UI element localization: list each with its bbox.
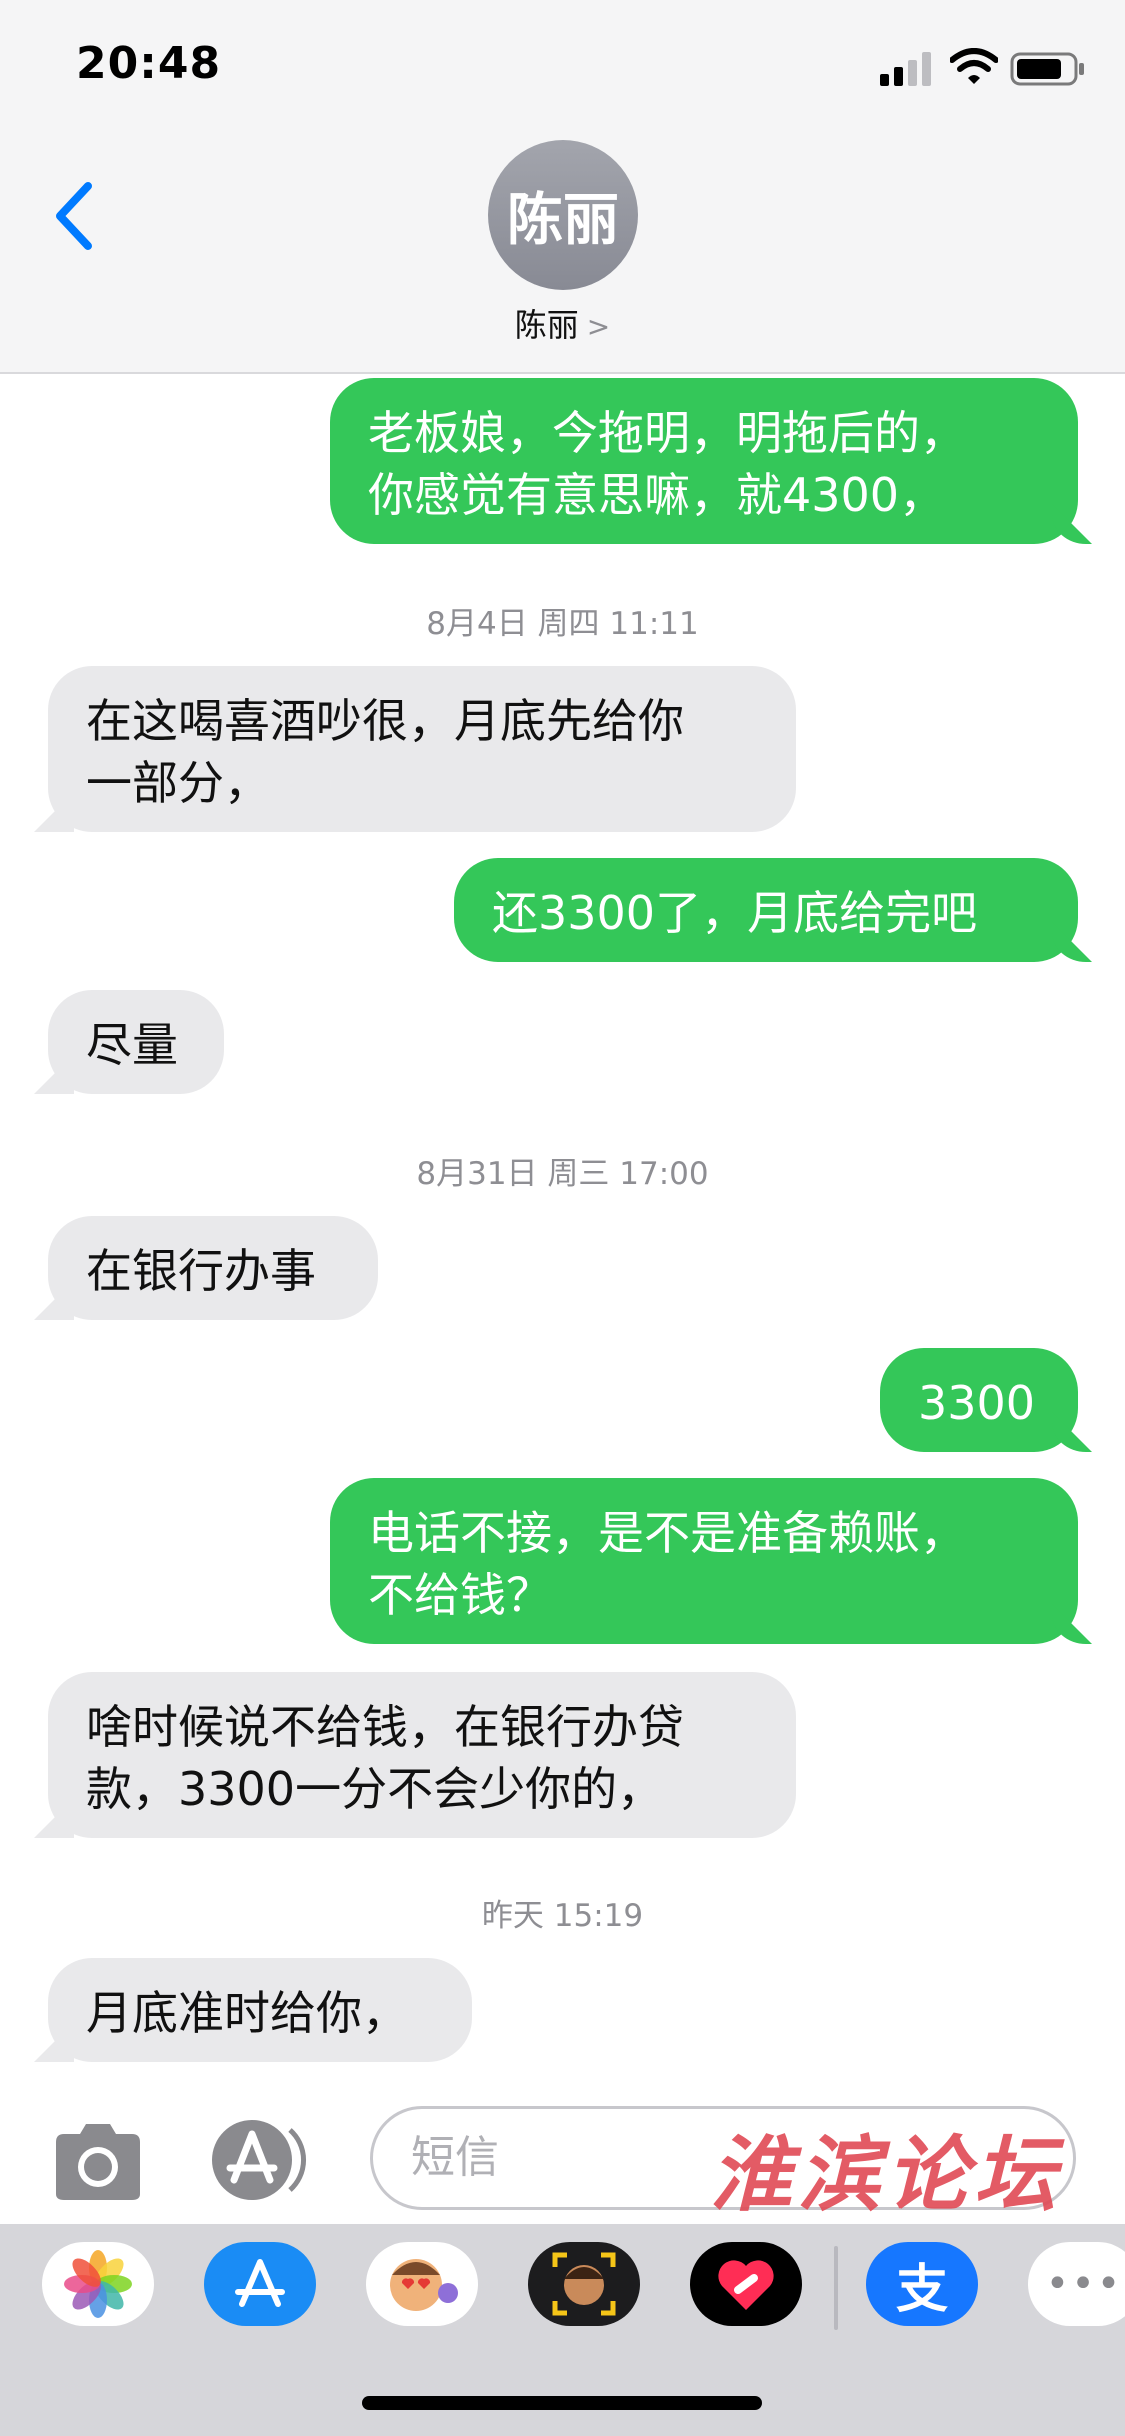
message-bubble-incoming[interactable]: 在这喝喜酒吵很，月底先给你 一部分，: [48, 666, 796, 832]
chevron-right-icon: >: [586, 310, 611, 343]
message-bubble-outgoing[interactable]: 电话不接，是不是准备赖账， 不给钱？: [330, 1478, 1078, 1644]
camera-icon[interactable]: [50, 2120, 146, 2204]
memoji-stickers-icon[interactable]: [366, 2242, 478, 2326]
message-bubble-incoming[interactable]: 在银行办事: [48, 1216, 378, 1320]
message-timestamp: 8月4日 周四 11:11: [426, 606, 699, 642]
app-store-toggle-icon[interactable]: [210, 2118, 316, 2202]
message-bubble-incoming[interactable]: 啥时候说不给钱，在银行办贷 款，3300一分不会少你的，: [48, 1672, 796, 1838]
message-bubble-outgoing[interactable]: 还3300了，月底给完吧: [454, 858, 1078, 962]
message-bubble-outgoing[interactable]: 3300: [880, 1348, 1078, 1452]
photos-icon[interactable]: [42, 2242, 154, 2326]
contact-name-label: 陈丽: [514, 306, 579, 344]
message-timestamp: 昨天 15:19: [481, 1898, 644, 1934]
more-glyph: •••: [1045, 2261, 1123, 2307]
app-store-icon[interactable]: [204, 2242, 316, 2326]
cellular-signal-icon: [880, 52, 931, 86]
more-apps-icon[interactable]: •••: [1028, 2242, 1125, 2326]
digital-touch-icon[interactable]: [690, 2242, 802, 2326]
message-timestamp: 8月31日 周三 17:00: [416, 1156, 709, 1192]
contact-name-button[interactable]: 陈丽 >: [0, 300, 1125, 346]
forum-watermark: 淮滨论坛: [710, 2127, 1062, 2223]
message-bubble-incoming[interactable]: 尽量: [48, 990, 224, 1094]
wifi-icon: [950, 48, 998, 84]
message-input-placeholder: 短信: [411, 2132, 499, 2183]
animoji-icon[interactable]: [528, 2242, 640, 2326]
conversation-header: 20:48 陈丽 陈丽 >: [0, 0, 1125, 374]
back-chevron-icon[interactable]: [44, 176, 104, 256]
battery-icon: [1010, 52, 1084, 86]
home-indicator[interactable]: [362, 2396, 762, 2410]
drawer-divider: [834, 2246, 838, 2330]
message-bubble-incoming[interactable]: 月底准时给你，: [48, 1958, 472, 2062]
status-time: 20:48: [76, 38, 222, 89]
alipay-glyph: 支: [895, 2259, 948, 2320]
alipay-icon[interactable]: 支: [866, 2242, 978, 2326]
contact-avatar[interactable]: 陈丽: [488, 140, 638, 290]
message-bubble-outgoing[interactable]: 老板娘，今拖明，明拖后的， 你感觉有意思嘛，就4300，: [330, 378, 1078, 544]
